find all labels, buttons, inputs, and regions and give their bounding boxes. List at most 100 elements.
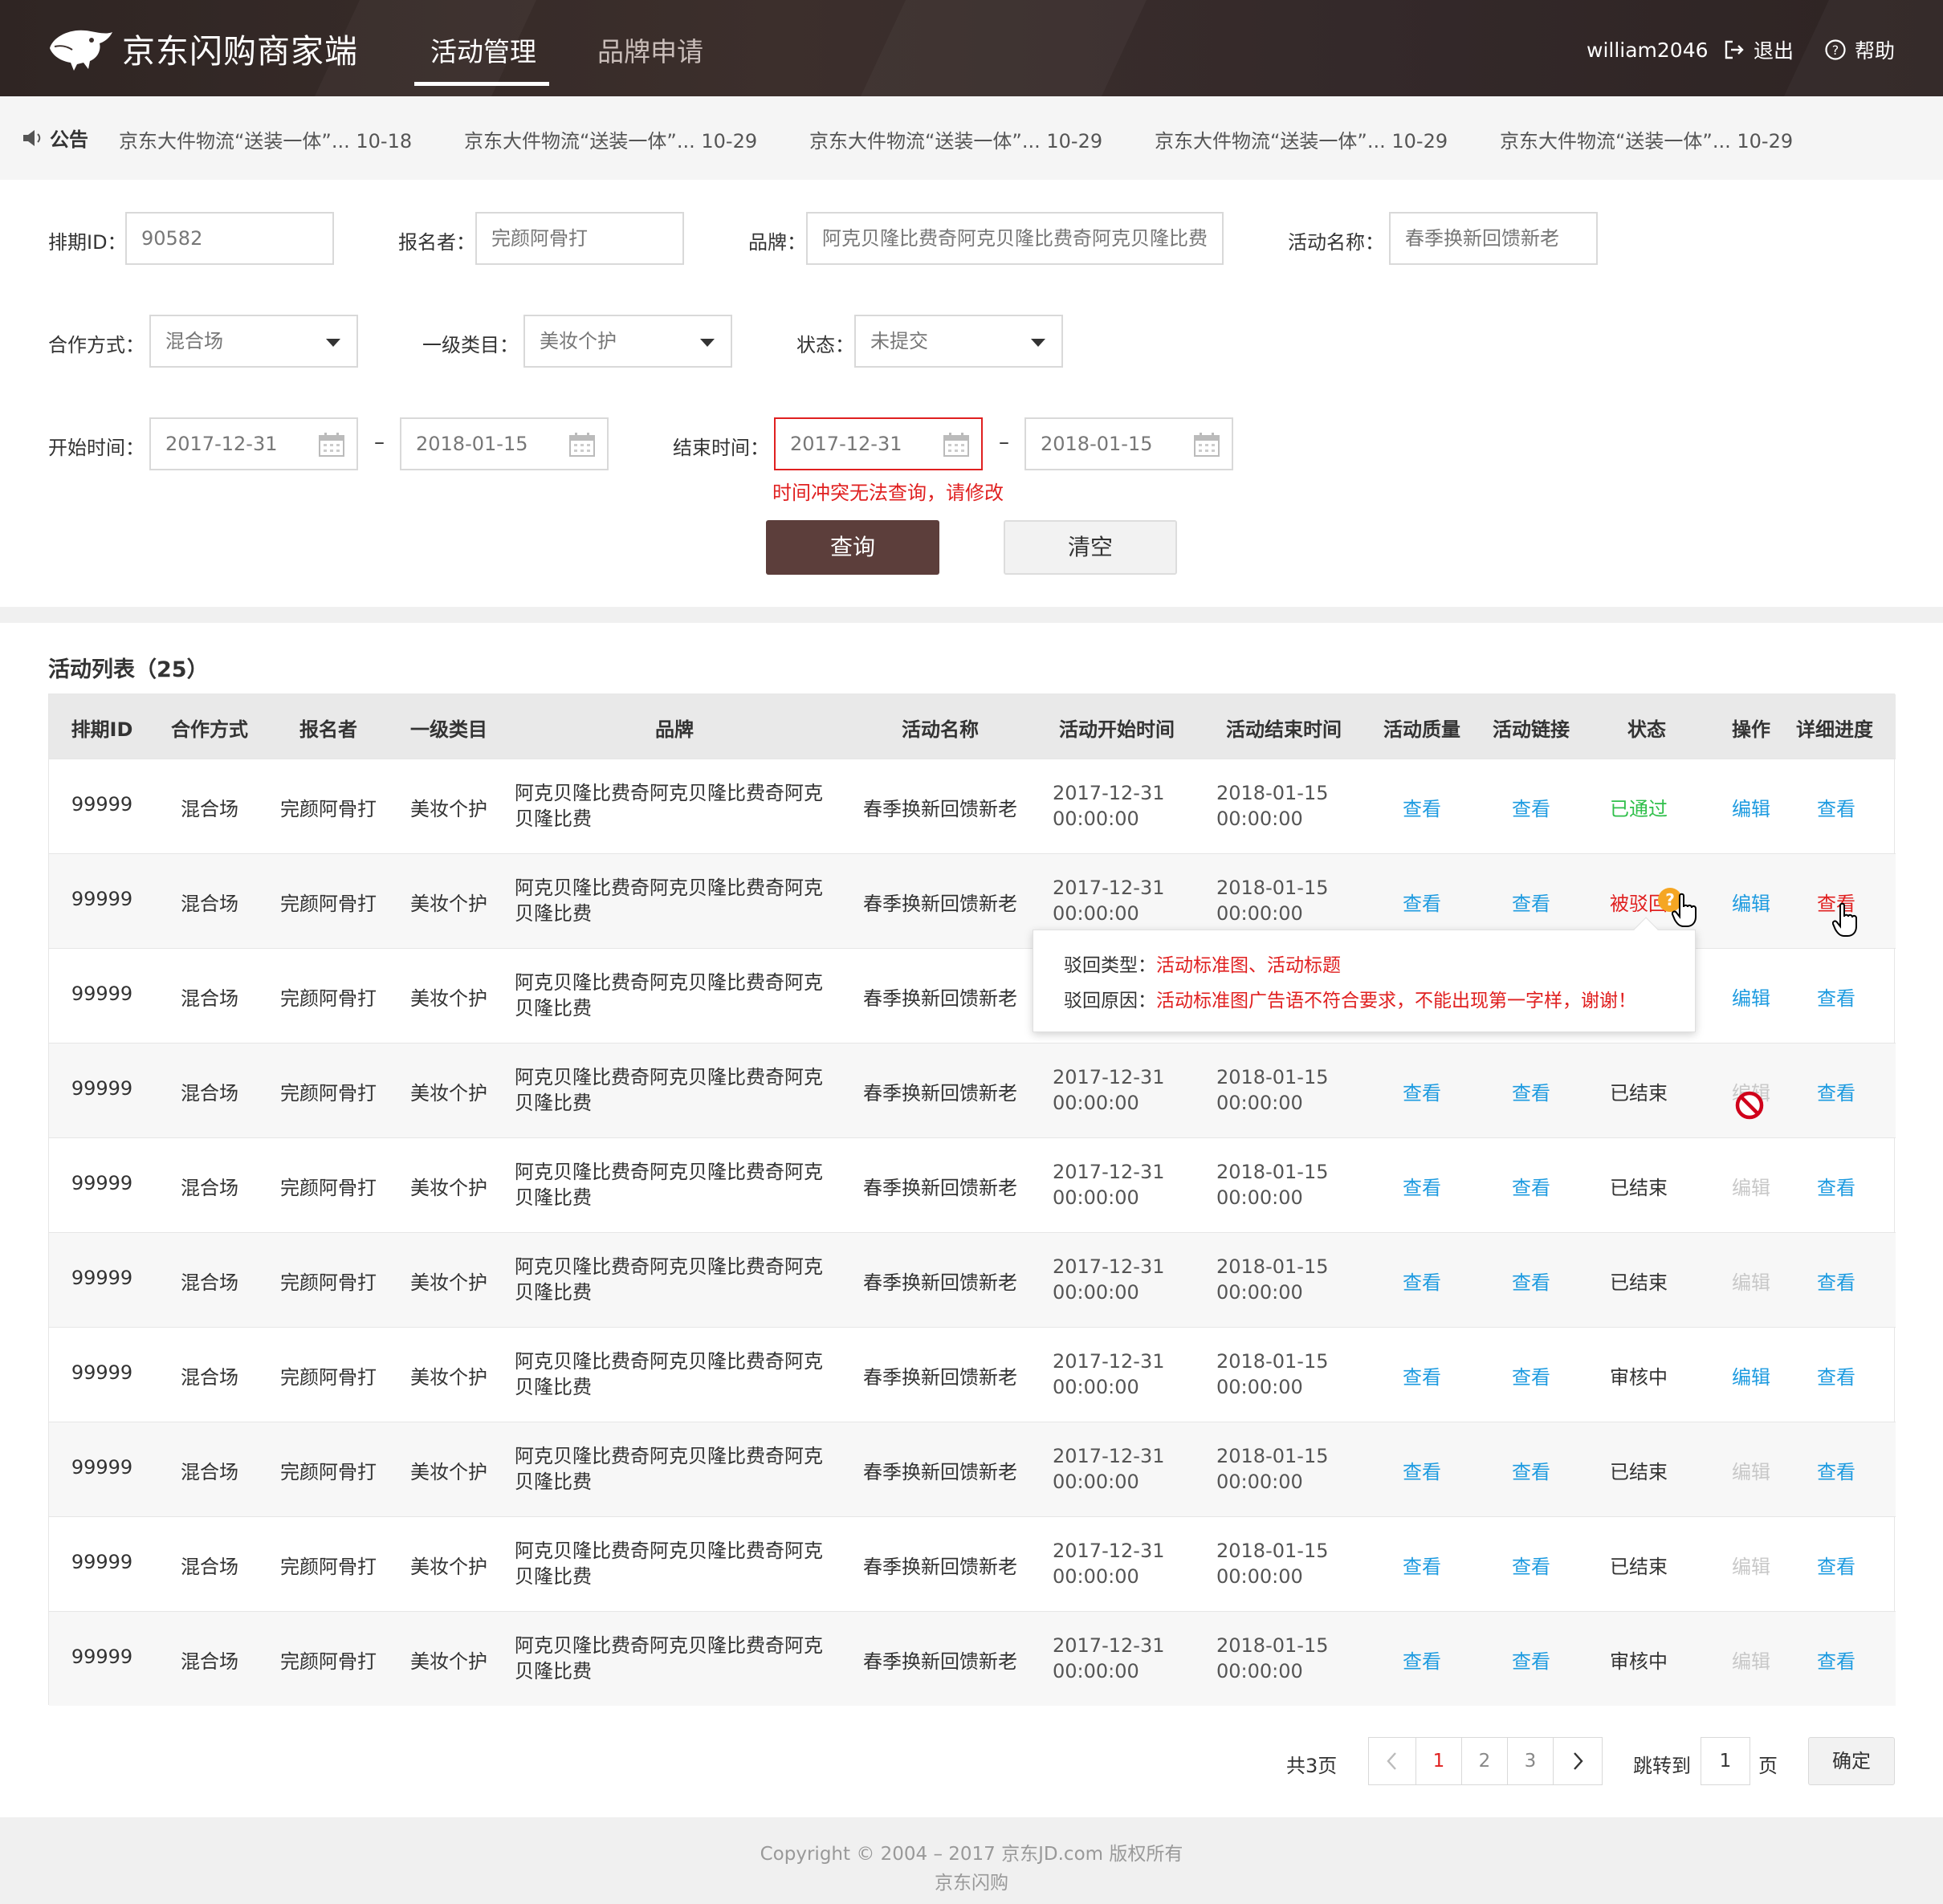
col-header-status: 状态 [1627, 718, 1666, 741]
cell-category: 美妆个护 [410, 987, 487, 1010]
activity-link-view[interactable]: 查看 [1483, 1077, 1579, 1105]
status-badge: 已结束 [1610, 1556, 1668, 1578]
tab-activity-management[interactable]: 活动管理 [430, 31, 536, 69]
activity-link-view[interactable]: 查看 [1483, 793, 1579, 821]
top-nav-bar: 京东闪购商家端 活动管理 品牌申请 william2046 退出 ? 帮助 [0, 0, 1943, 96]
table-row: 99999 混合场 完颜阿骨打 美妆个护 阿克贝隆比费奇阿克贝隆比费奇阿克贝隆比费 春季换… [49, 759, 1896, 853]
start-to-date-input[interactable]: 2018-01-15 [400, 417, 609, 470]
quality-view-link[interactable]: 查看 [1374, 1172, 1470, 1200]
col-header-quality: 活动质量 [1383, 718, 1460, 741]
edit-link[interactable]: 编辑 [1711, 983, 1791, 1011]
start-to-value: 2018-01-15 [416, 433, 528, 455]
progress-view-link[interactable]: 查看 [1796, 983, 1876, 1011]
activity-link-view[interactable]: 查看 [1483, 1172, 1579, 1200]
header-decoration [861, 0, 1147, 96]
cell-end-time: 2018-01-15 00:00:00 [1216, 1445, 1329, 1493]
edit-link: 编辑 [1732, 1177, 1770, 1199]
reject-type-label: 驳回类型： [1064, 955, 1156, 976]
tab-brand-application[interactable]: 品牌申请 [597, 31, 703, 69]
end-to-date-input[interactable]: 2018-01-15 [1024, 417, 1233, 470]
clear-button[interactable]: 清空 [1004, 520, 1177, 575]
cell-coop: 混合场 [181, 1556, 238, 1578]
activity-link-view[interactable]: 查看 [1483, 1551, 1579, 1579]
coop-select-value: 混合场 [165, 330, 223, 352]
cell-end-time: 2018-01-15 00:00:00 [1216, 1161, 1329, 1209]
progress-view-link[interactable]: 查看 [1796, 793, 1876, 821]
reject-type-line: 驳回类型：活动标准图、活动标题 [1064, 948, 1664, 983]
end-from-date-input[interactable]: 2017-12-31 [774, 417, 983, 470]
notice-item[interactable]: 京东大件物流“送装一体”... 10-18 [119, 125, 412, 153]
cell-schedule-id: 99999 [71, 1267, 133, 1289]
category-select-value: 美妆个护 [540, 330, 617, 352]
progress-view-link[interactable]: 查看 [1796, 1646, 1876, 1674]
quality-view-link[interactable]: 查看 [1374, 1361, 1470, 1389]
app-title: 京东闪购商家端 [122, 32, 358, 71]
edit-link[interactable]: 编辑 [1711, 888, 1791, 916]
logout-button[interactable]: 退出 [1723, 35, 1794, 64]
progress-view-link[interactable]: 查看 [1796, 1077, 1876, 1105]
activity-link-view[interactable]: 查看 [1483, 1361, 1579, 1389]
cell-activity-name: 春季换新回馈新老 [863, 1556, 1017, 1578]
cell-activity-name: 春季换新回馈新老 [863, 1461, 1017, 1483]
applicant-input[interactable]: 完颜阿骨打 [475, 212, 684, 265]
activity-link-view[interactable]: 查看 [1483, 1267, 1579, 1295]
pagination-page-2[interactable]: 2 [1461, 1737, 1508, 1785]
activity-link-view[interactable]: 查看 [1483, 888, 1579, 916]
quality-view-link[interactable]: 查看 [1374, 793, 1470, 821]
edit-link[interactable]: 编辑 [1711, 1361, 1791, 1389]
help-button[interactable]: ? 帮助 [1824, 35, 1895, 64]
brand-input[interactable]: 阿克贝隆比费奇阿克贝隆比费奇阿克贝隆比费 [806, 212, 1224, 265]
jump-confirm-button[interactable]: 确定 [1808, 1737, 1895, 1785]
table-row: 99999 混合场 完颜阿骨打 美妆个护 阿克贝隆比费奇阿克贝隆比费奇阿克贝隆比费 春季换… [49, 1611, 1896, 1706]
progress-view-link[interactable]: 查看 [1796, 1172, 1876, 1200]
notice-item[interactable]: 京东大件物流“送装一体”... 10-29 [464, 125, 757, 153]
table-row: 99999 混合场 完颜阿骨打 美妆个护 阿克贝隆比费奇阿克贝隆比费奇阿克贝隆比费 春季换… [49, 1327, 1896, 1422]
cell-coop: 混合场 [181, 987, 238, 1010]
schedule-id-input[interactable]: 90582 [125, 212, 334, 265]
cell-schedule-id: 99999 [71, 1077, 133, 1100]
quality-view-link[interactable]: 查看 [1374, 1456, 1470, 1484]
coop-select[interactable]: 混合场 [149, 315, 358, 368]
cell-brand: 阿克贝隆比费奇阿克贝隆比费奇阿克贝隆比费 [515, 1634, 823, 1682]
activity-link-view[interactable]: 查看 [1483, 1646, 1579, 1674]
quality-view-link[interactable]: 查看 [1374, 888, 1470, 916]
end-from-value: 2017-12-31 [790, 433, 902, 455]
start-from-date-input[interactable]: 2017-12-31 [149, 417, 358, 470]
pagination-page-1[interactable]: 1 [1415, 1737, 1462, 1785]
activity-link-view[interactable]: 查看 [1483, 1456, 1579, 1484]
category-select[interactable]: 美妆个护 [523, 315, 732, 368]
quality-view-link[interactable]: 查看 [1374, 1551, 1470, 1579]
quality-view-link[interactable]: 查看 [1374, 1646, 1470, 1674]
cell-category: 美妆个护 [410, 893, 487, 915]
quality-view-link[interactable]: 查看 [1374, 1077, 1470, 1105]
jump-page-input[interactable]: 1 [1701, 1737, 1750, 1785]
notice-item[interactable]: 京东大件物流“送装一体”... 10-29 [1500, 125, 1793, 153]
cell-brand: 阿克贝隆比费奇阿克贝隆比费奇阿克贝隆比费 [515, 1350, 823, 1398]
progress-view-link[interactable]: 查看 [1796, 1361, 1876, 1389]
cell-category: 美妆个护 [410, 1556, 487, 1578]
pagination-page-3[interactable]: 3 [1507, 1737, 1554, 1785]
cell-end-time: 2018-01-15 00:00:00 [1216, 1255, 1329, 1304]
table-row: 99999 混合场 完颜阿骨打 美妆个护 阿克贝隆比费奇阿克贝隆比费奇阿克贝隆比费 春季换… [49, 1422, 1896, 1516]
cell-applicant: 完颜阿骨打 [280, 798, 377, 820]
cell-category: 美妆个护 [410, 1271, 487, 1294]
notice-item[interactable]: 京东大件物流“送装一体”... 10-29 [1155, 125, 1448, 153]
cell-category: 美妆个护 [410, 1650, 487, 1673]
query-button[interactable]: 查询 [766, 520, 939, 575]
username[interactable]: william2046 [1587, 39, 1709, 62]
notice-item[interactable]: 京东大件物流“送装一体”... 10-29 [809, 125, 1102, 153]
progress-view-link[interactable]: 查看 [1796, 1456, 1876, 1484]
col-header-schedule-id: 排期ID [71, 718, 133, 741]
status-select[interactable]: 未提交 [854, 315, 1063, 368]
edit-link[interactable]: 编辑 [1711, 793, 1791, 821]
pagination-next-button[interactable] [1553, 1737, 1603, 1785]
activity-name-label: 活动名称： [1288, 231, 1384, 254]
progress-view-link[interactable]: 查看 [1796, 1267, 1876, 1295]
pagination-prev-button[interactable] [1368, 1737, 1416, 1785]
progress-view-link[interactable]: 查看 [1796, 1551, 1876, 1579]
category-label: 一级类目： [422, 334, 519, 356]
quality-view-link[interactable]: 查看 [1374, 1267, 1470, 1295]
activity-name-input[interactable]: 春季换新回馈新老 [1389, 212, 1598, 265]
col-header-applicant: 报名者 [299, 718, 357, 741]
cell-applicant: 完颜阿骨打 [280, 1082, 377, 1105]
